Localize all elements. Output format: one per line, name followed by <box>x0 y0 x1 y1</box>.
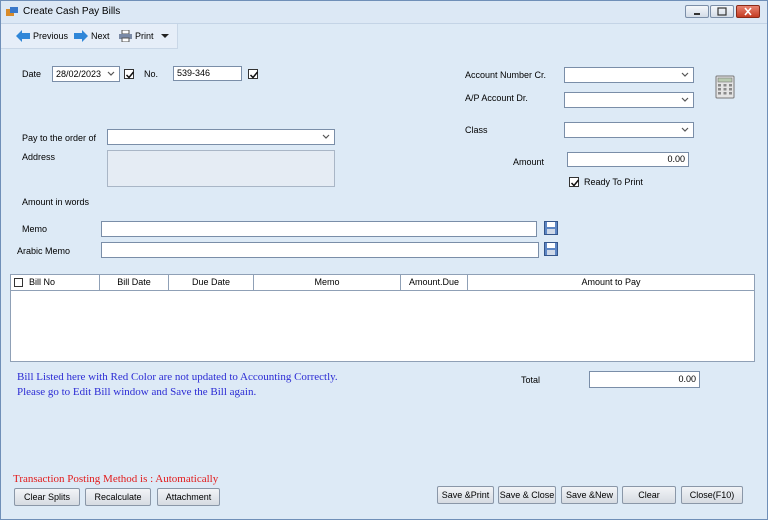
arrow-left-icon <box>16 30 30 42</box>
previous-label: Previous <box>33 31 69 41</box>
close-icon <box>744 7 752 16</box>
address-field[interactable] <box>107 150 335 187</box>
attachment-button[interactable]: Attachment <box>157 488 220 506</box>
red-color-note: Bill Listed here with Red Color are not … <box>17 371 338 383</box>
ap-account-select[interactable] <box>564 92 694 108</box>
arabic-memo-label: Arabic Memo <box>17 246 71 256</box>
memo-label: Memo <box>22 224 48 234</box>
memo-input[interactable] <box>101 221 537 237</box>
date-value: 28/02/2023 <box>56 69 102 79</box>
printer-icon <box>119 30 132 42</box>
col-amount-due[interactable]: Amount.Due <box>401 275 468 290</box>
check-icon <box>570 179 580 187</box>
col-bill-date[interactable]: Bill Date <box>100 275 169 290</box>
close-button[interactable]: Close(F10) <box>681 486 743 504</box>
recalculate-button[interactable]: Recalculate <box>85 488 151 506</box>
maximize-icon <box>717 7 727 16</box>
col-bill-no[interactable]: Bill No <box>25 275 100 290</box>
clear-splits-button[interactable]: Clear Splits <box>14 488 80 506</box>
posting-method-note: Transaction Posting Method is : Automati… <box>13 473 219 485</box>
amount-label: Amount <box>513 157 545 167</box>
print-label: Print <box>135 31 154 41</box>
previous-button[interactable]: Previous <box>16 30 68 42</box>
minimize-button[interactable] <box>685 5 709 18</box>
col-memo[interactable]: Memo <box>254 275 401 290</box>
pay-to-label: Pay to the order of <box>22 133 97 143</box>
account-cr-label: Account Number Cr. <box>465 70 547 80</box>
save-close-button[interactable]: Save & Close <box>498 486 556 504</box>
account-cr-select[interactable] <box>564 67 694 83</box>
next-label: Next <box>91 31 110 41</box>
save-arabic-memo-icon[interactable] <box>544 242 558 256</box>
total-input: 0.00 <box>589 371 700 388</box>
chevron-down-icon <box>681 97 689 102</box>
total-label: Total <box>521 375 541 385</box>
col-amount-to-pay[interactable]: Amount to Pay <box>468 275 754 290</box>
chevron-down-icon <box>681 72 689 77</box>
chevron-down-icon <box>107 71 115 76</box>
chevron-down-icon <box>681 127 689 132</box>
amount-value: 0.00 <box>667 154 685 164</box>
chevron-down-icon <box>322 134 330 139</box>
edit-bill-note: Please go to Edit Bill window and Save t… <box>17 386 257 398</box>
ready-to-print-label: Ready To Print <box>584 177 643 187</box>
amount-input[interactable]: 0.00 <box>567 152 689 167</box>
ready-to-print-checkbox[interactable] <box>569 177 580 187</box>
amount-in-words-label: Amount in words <box>22 197 90 207</box>
app-icon <box>6 7 18 16</box>
window-title: Create Cash Pay Bills <box>23 6 121 17</box>
ap-account-label: A/P Account Dr. <box>465 93 528 103</box>
grid-header: Bill No Bill Date Due Date Memo Amount.D… <box>11 275 754 291</box>
date-picker[interactable]: 28/02/2023 <box>52 66 120 82</box>
maximize-button[interactable] <box>710 5 734 18</box>
select-all-checkbox[interactable] <box>14 278 23 287</box>
print-button[interactable]: Print <box>119 30 169 42</box>
no-label: No. <box>144 69 159 79</box>
main-window: Create Cash Pay Bills Previous Next Prin… <box>0 0 768 520</box>
arabic-memo-input[interactable] <box>101 242 539 258</box>
no-checkbox[interactable] <box>248 69 259 79</box>
minimize-icon <box>694 13 700 15</box>
total-value: 0.00 <box>678 374 696 384</box>
col-due-date[interactable]: Due Date <box>169 275 254 290</box>
class-select[interactable] <box>564 122 694 138</box>
bill-number-input[interactable]: 539-346 <box>173 66 242 81</box>
next-button[interactable]: Next <box>74 30 110 42</box>
date-checkbox[interactable] <box>124 69 135 79</box>
title-bar: Create Cash Pay Bills <box>1 1 767 24</box>
clear-button[interactable]: Clear <box>622 486 676 504</box>
save-print-button[interactable]: Save &Print <box>437 486 494 504</box>
check-icon <box>125 71 135 79</box>
save-memo-icon[interactable] <box>544 221 558 235</box>
check-icon <box>249 71 259 79</box>
save-new-button[interactable]: Save &New <box>561 486 618 504</box>
toolbar: Previous Next Print <box>1 24 178 49</box>
chevron-down-icon <box>160 34 169 38</box>
date-label: Date <box>22 69 42 79</box>
address-label: Address <box>22 152 56 162</box>
calculator-icon[interactable] <box>715 75 735 99</box>
arrow-right-icon <box>74 30 88 42</box>
class-label: Class <box>465 125 488 135</box>
bills-grid[interactable]: Bill No Bill Date Due Date Memo Amount.D… <box>10 274 755 362</box>
close-window-button[interactable] <box>736 5 760 18</box>
bill-number-value: 539-346 <box>177 68 211 78</box>
pay-to-select[interactable] <box>107 129 335 145</box>
